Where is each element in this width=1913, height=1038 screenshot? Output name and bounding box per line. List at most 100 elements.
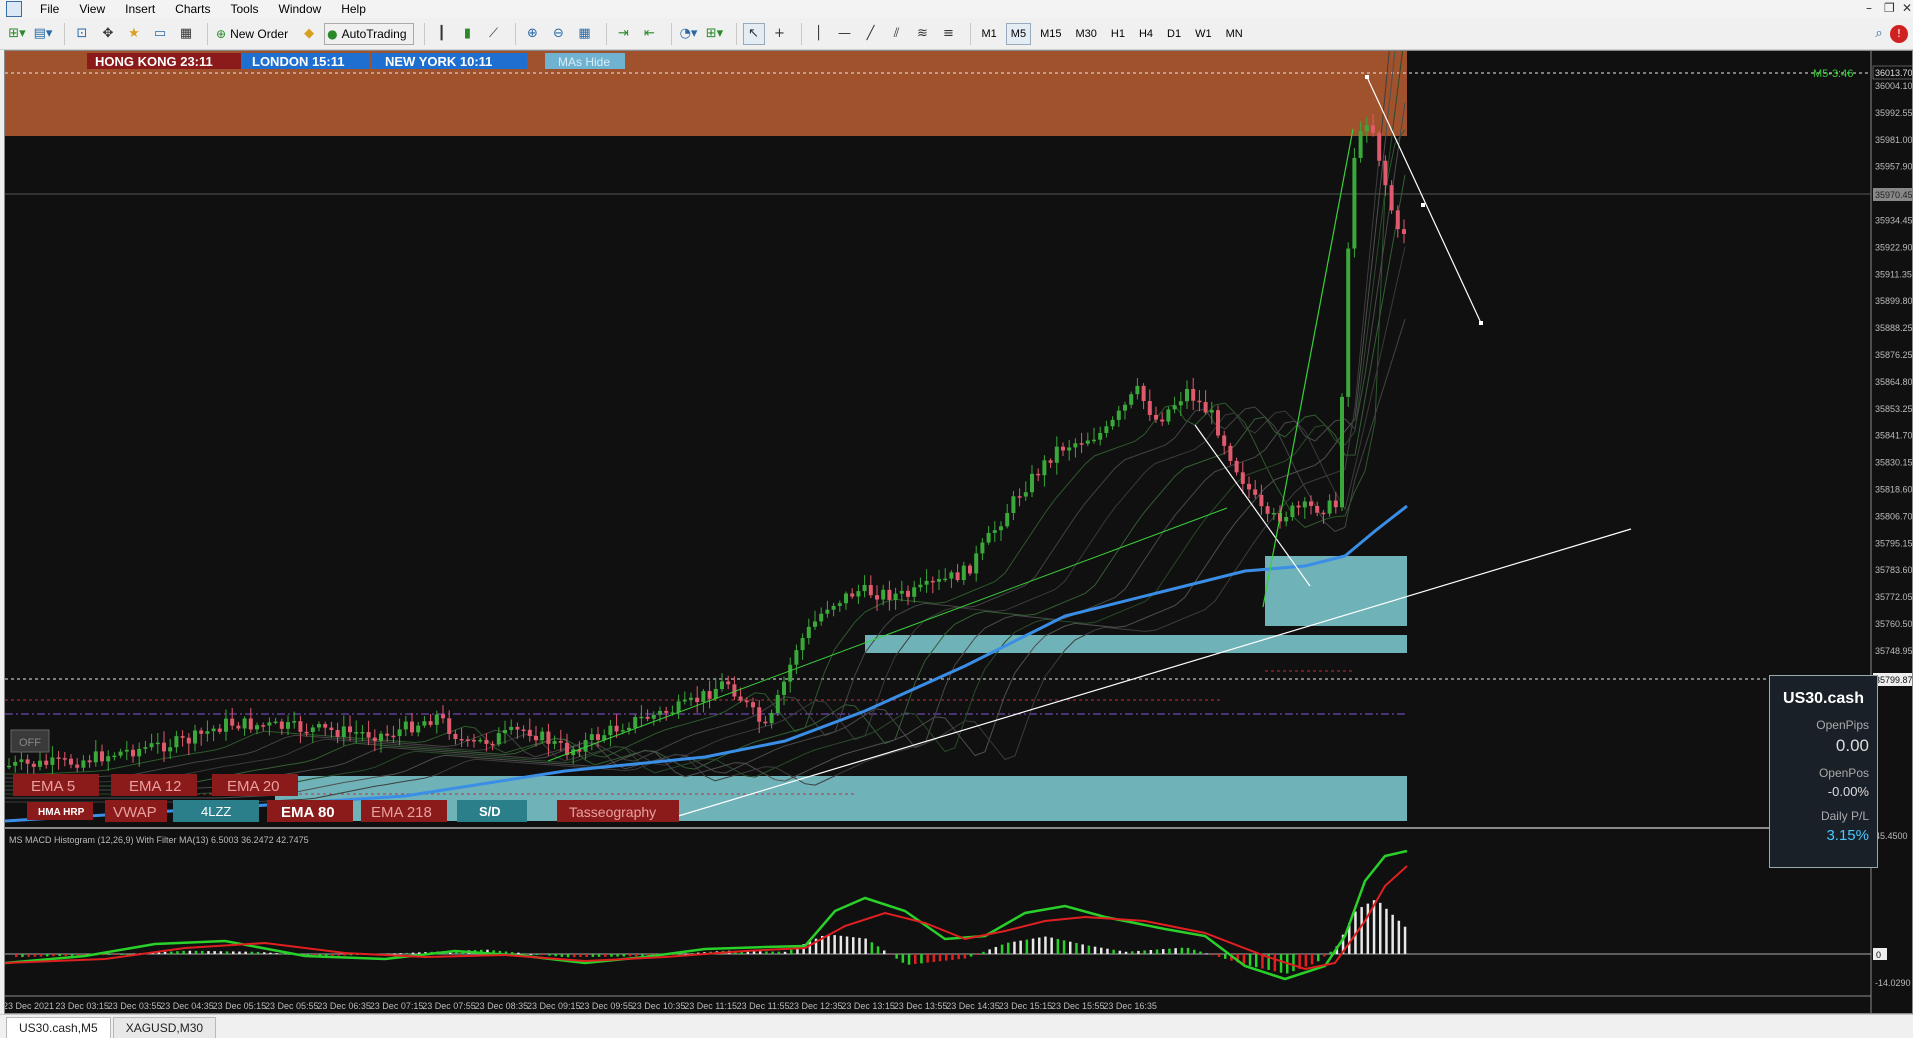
- vertical-line-icon[interactable]: │: [808, 23, 830, 45]
- trendline-handle[interactable]: [1365, 75, 1369, 79]
- timeframe-h1[interactable]: H1: [1106, 23, 1130, 45]
- candle-body: [490, 743, 495, 746]
- macd-bar: [920, 954, 923, 964]
- zoom-in-icon[interactable]: ⊕: [522, 23, 544, 45]
- macd-bar: [1100, 947, 1103, 954]
- candle-body: [224, 718, 228, 732]
- menu-charts[interactable]: Charts: [165, 0, 220, 18]
- candle-body: [25, 759, 30, 764]
- candle-body: [193, 730, 197, 744]
- timeframe-m30[interactable]: M30: [1070, 23, 1101, 45]
- tab-xagusd-m30[interactable]: XAGUSD,M30: [112, 1017, 217, 1038]
- time-axis-label: 23 Dec 15:15: [999, 1001, 1053, 1011]
- menu-view[interactable]: View: [69, 0, 115, 18]
- timeframe-d1[interactable]: D1: [1162, 23, 1186, 45]
- strategy-tester-icon[interactable]: ▦: [175, 23, 197, 45]
- macd-bar: [120, 954, 123, 955]
- macd-bar: [852, 937, 855, 954]
- time-axis-label: 23 Dec 07:15: [370, 1001, 424, 1011]
- favorites-icon[interactable]: ★: [123, 23, 145, 45]
- timeframe-m15[interactable]: M15: [1035, 23, 1066, 45]
- menu-insert[interactable]: Insert: [115, 0, 165, 18]
- chart-canvas[interactable]: HONG KONG 23:11 LONDON 15:11 NEW YORK 10…: [5, 51, 1913, 1014]
- search-icon[interactable]: ⌕: [1868, 23, 1890, 45]
- chart-window[interactable]: HONG KONG 23:11 LONDON 15:11 NEW YORK 10…: [4, 50, 1913, 1014]
- chart-shift-icon[interactable]: ⇤: [639, 23, 661, 45]
- candle-body: [1079, 443, 1084, 445]
- candle-body: [521, 729, 526, 732]
- time-axis-label: 23 Dec 10:35: [632, 1001, 686, 1011]
- text-tool-icon[interactable]: ≡: [938, 23, 960, 45]
- macd-bar: [1007, 942, 1010, 954]
- trendline-handle[interactable]: [1421, 203, 1425, 207]
- timeframe-m1[interactable]: M1: [977, 23, 1002, 45]
- channel-icon[interactable]: ⫽: [886, 23, 908, 45]
- candle-body: [1129, 394, 1134, 405]
- candle-body: [341, 726, 346, 737]
- macd-bar: [225, 951, 229, 954]
- time-axis-label: 23 Dec 07:55: [422, 1001, 476, 1011]
- templates-icon[interactable]: ⊞▾: [704, 23, 726, 45]
- menu-help[interactable]: Help: [331, 0, 376, 18]
- timeframe-h4[interactable]: H4: [1134, 23, 1158, 45]
- macd-bar: [560, 954, 564, 957]
- line-chart-icon[interactable]: ⟋: [483, 23, 505, 45]
- minimize-icon[interactable]: –: [1866, 1, 1872, 15]
- menu-file[interactable]: File: [30, 0, 69, 18]
- timeframe-mn[interactable]: MN: [1221, 23, 1248, 45]
- close-icon[interactable]: ✕: [1902, 1, 1912, 15]
- timeframe-m5[interactable]: M5: [1005, 22, 1032, 45]
- trendline-handle[interactable]: [1479, 321, 1483, 325]
- candle-body: [1054, 446, 1059, 463]
- macd-bar: [765, 951, 768, 954]
- candle-body: [1216, 410, 1220, 436]
- candle-body: [1259, 494, 1264, 507]
- macd-bar: [573, 954, 576, 958]
- daily-pl-value: 3.15%: [1826, 827, 1869, 844]
- autotrading-icon: ●: [327, 26, 338, 41]
- macd-bar: [250, 951, 254, 954]
- zoom-out-icon[interactable]: ⊖: [548, 23, 570, 45]
- candle-body: [168, 747, 173, 752]
- data-window-icon[interactable]: ▭: [149, 23, 171, 45]
- new-chart-icon[interactable]: ⊞▾: [6, 23, 28, 45]
- fibonacci-icon[interactable]: ≋: [912, 23, 934, 45]
- timeframe-w1[interactable]: W1: [1190, 23, 1217, 45]
- navigator-icon[interactable]: ✥: [97, 23, 119, 45]
- profiles-icon[interactable]: ▤▾: [32, 23, 54, 45]
- macd-bar: [1180, 947, 1184, 954]
- candle-body: [1315, 505, 1320, 513]
- time-axis-label: 23 Dec 14:35: [946, 1001, 1000, 1011]
- macd-bar: [1360, 907, 1363, 954]
- auto-scroll-icon[interactable]: ⇥: [613, 23, 635, 45]
- candle-body: [1247, 483, 1251, 490]
- candle-body: [633, 717, 638, 728]
- tile-windows-icon[interactable]: ▦: [574, 23, 596, 45]
- cursor-icon[interactable]: ↖: [742, 22, 765, 45]
- new-order-button[interactable]: ⊕ New Order: [214, 23, 294, 45]
- horizontal-line-icon[interactable]: —: [834, 23, 856, 45]
- crosshair-icon[interactable]: +: [769, 23, 791, 45]
- indicators-icon[interactable]: ◔▾: [678, 23, 700, 45]
- candle-body: [1352, 157, 1357, 249]
- menu-tools[interactable]: Tools: [221, 0, 269, 18]
- price-axis-label: 35899.80: [1875, 296, 1913, 306]
- market-watch-icon[interactable]: ⊡: [71, 23, 93, 45]
- tab-us30-m5[interactable]: US30.cash,M5: [6, 1017, 111, 1038]
- notifications-icon[interactable]: !: [1890, 24, 1908, 43]
- bar-chart-icon[interactable]: ┃: [431, 23, 453, 45]
- candle-body: [1005, 513, 1010, 527]
- candle-body: [310, 727, 315, 733]
- trendline-icon[interactable]: ╱: [860, 23, 882, 45]
- price-axis-label: 35957.90: [1875, 162, 1913, 172]
- candle-body: [1166, 409, 1171, 422]
- metaeditor-icon[interactable]: ◆: [298, 23, 320, 45]
- autotrading-button[interactable]: ● AutoTrading: [324, 22, 414, 45]
- time-axis-label: 23 Dec 09:15: [527, 1001, 581, 1011]
- candlestick-icon[interactable]: ▮: [457, 23, 479, 45]
- macd-bar: [64, 954, 68, 956]
- menu-window[interactable]: Window: [269, 0, 332, 18]
- macd-bar: [1081, 944, 1084, 954]
- restore-icon[interactable]: ❐: [1884, 1, 1895, 15]
- macd-bar: [232, 951, 235, 954]
